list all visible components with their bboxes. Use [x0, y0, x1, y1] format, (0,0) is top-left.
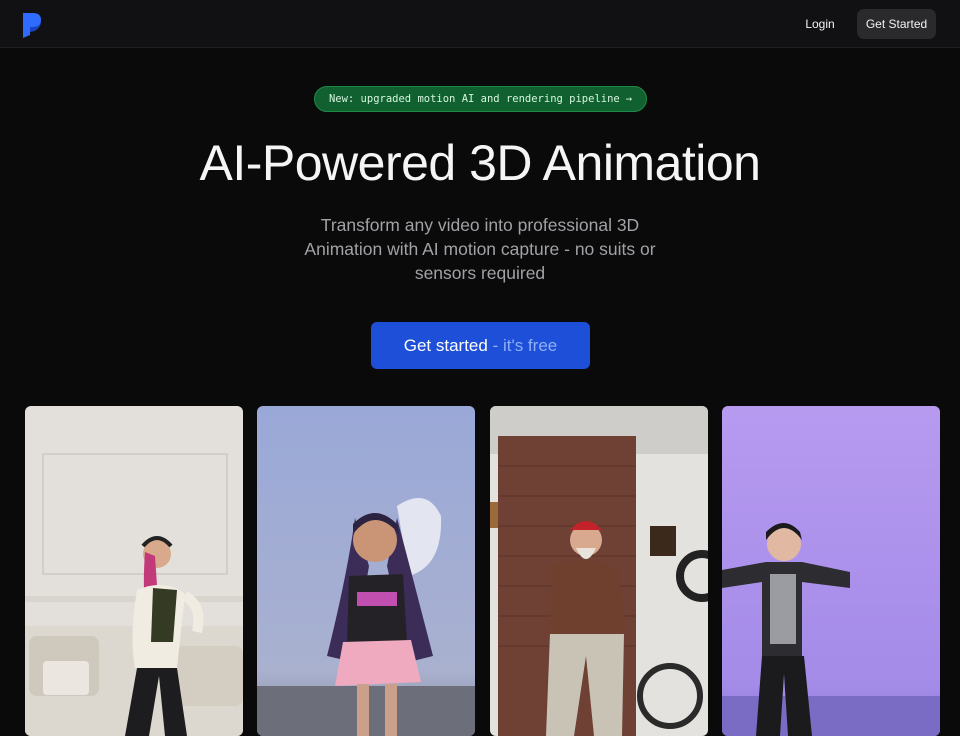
anime-character-image — [257, 406, 475, 736]
top-nav-bar: Login Get Started — [0, 0, 960, 48]
hero-subtitle: Transform any video into professional 3D… — [304, 215, 656, 283]
get-started-nav-button[interactable]: Get Started — [857, 9, 936, 39]
showcase-card-man-video[interactable] — [490, 406, 708, 736]
brand-logo-icon[interactable] — [21, 11, 43, 39]
showcase-card-anime-render[interactable] — [257, 406, 475, 736]
announcement-badge[interactable]: New: upgraded motion AI and rendering pi… — [314, 86, 647, 112]
cta-main-label: Get started — [403, 336, 488, 355]
cta-free-label: - it's free — [487, 336, 558, 355]
get-started-free-button[interactable]: Get started - it's free — [371, 322, 590, 369]
arrow-right-icon: → — [625, 93, 633, 105]
login-link[interactable]: Login — [796, 10, 844, 38]
showcase-card-woman-video[interactable] — [25, 406, 243, 736]
showcase-card-boy-render[interactable] — [722, 406, 940, 736]
man-dancing-image — [490, 406, 708, 736]
woman-dancing-image — [25, 406, 243, 736]
announcement-text: New: upgraded motion AI and rendering pi… — [328, 93, 620, 105]
hero-title: AI-Powered 3D Animation — [199, 135, 761, 191]
boy-character-image — [722, 406, 940, 736]
